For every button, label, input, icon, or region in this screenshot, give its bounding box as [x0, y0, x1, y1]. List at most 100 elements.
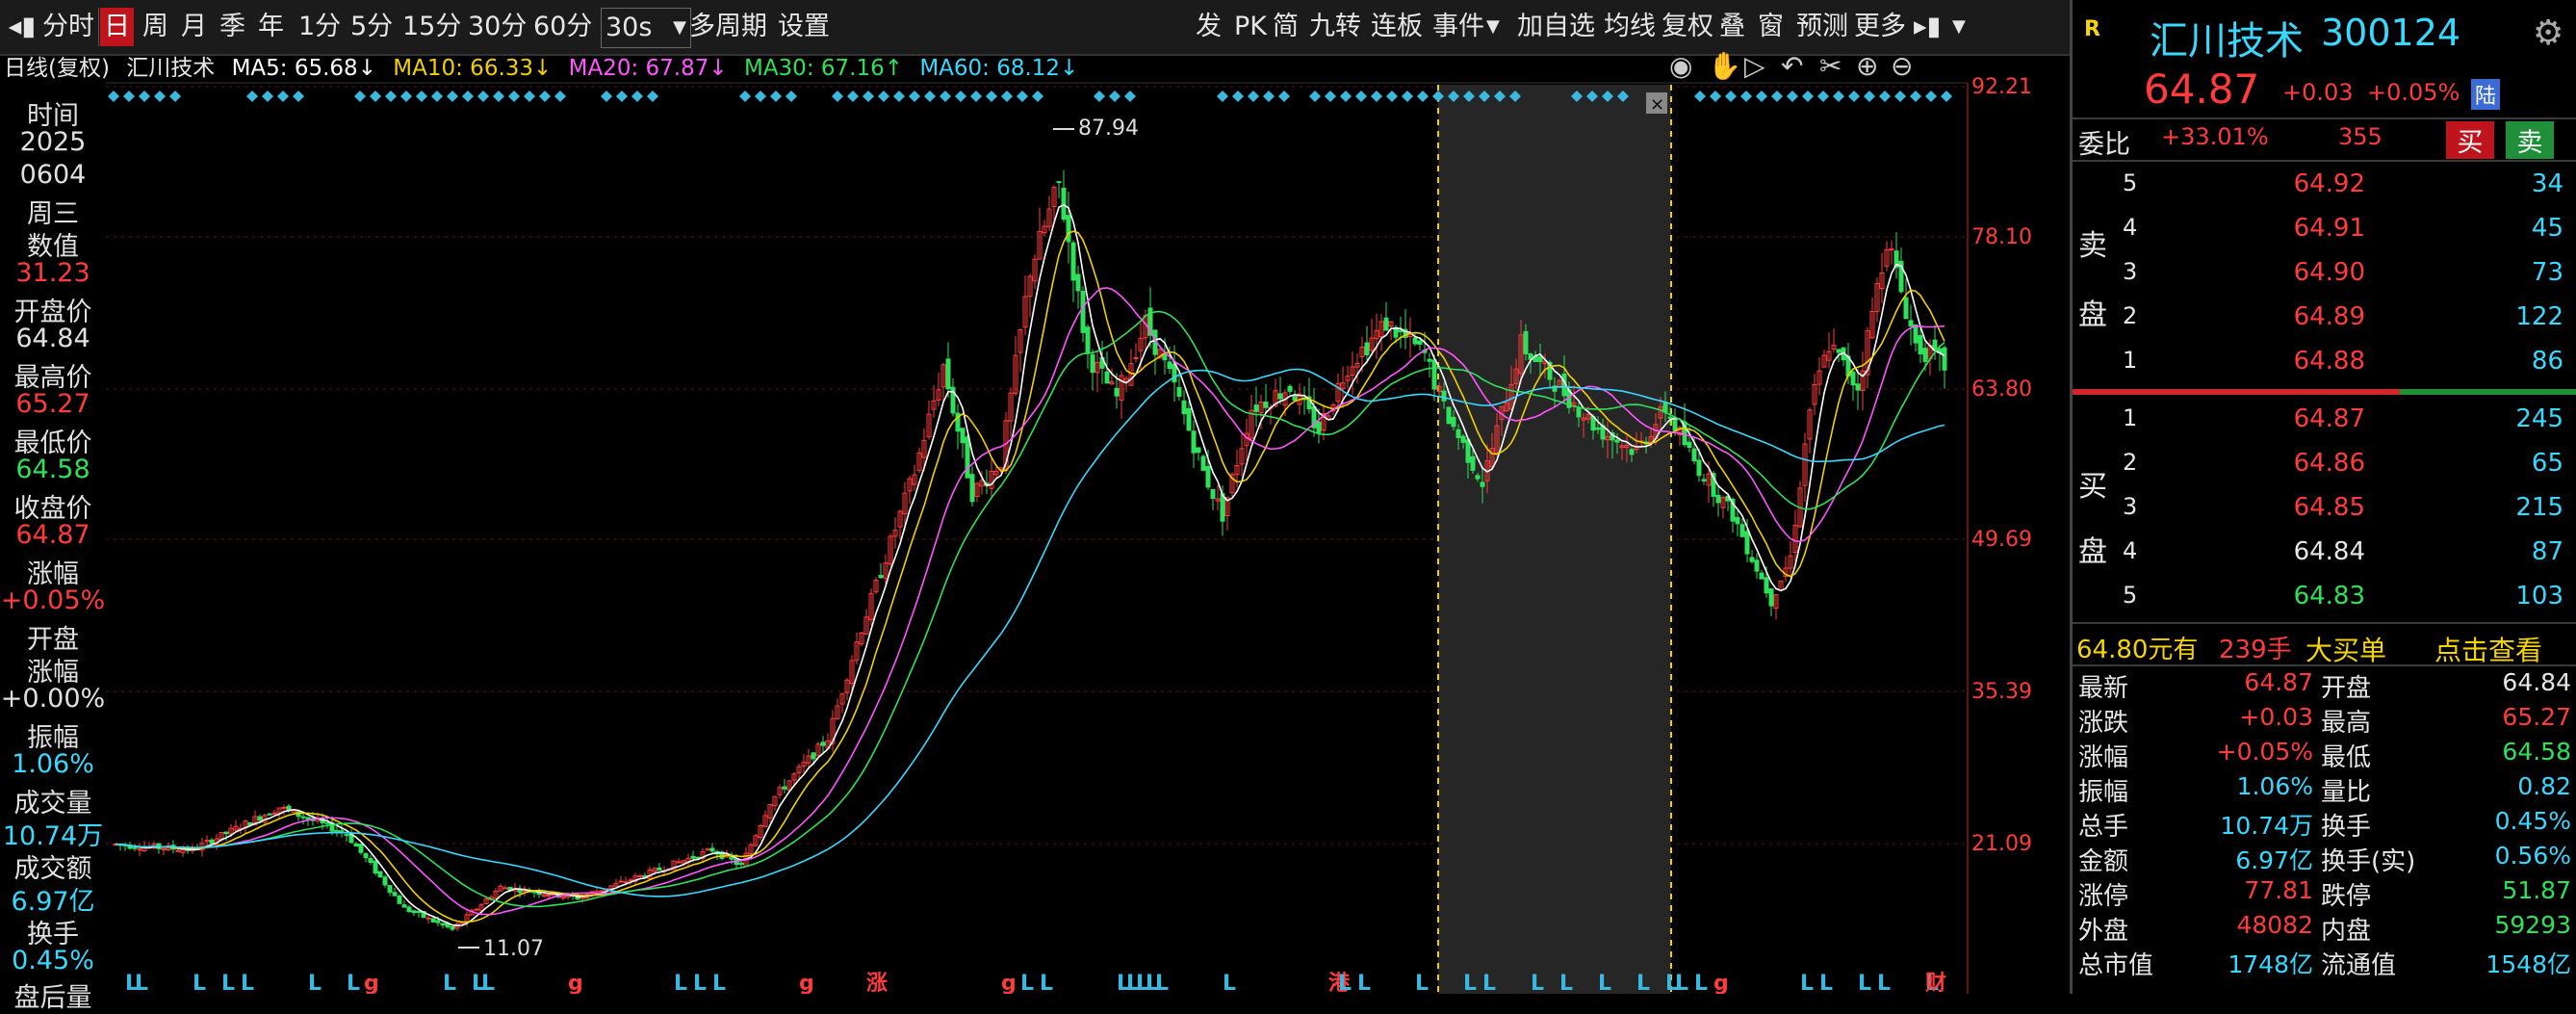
event-marker[interactable] — [554, 91, 566, 102]
event-marker[interactable] — [277, 91, 289, 102]
event-tag[interactable]: g — [1001, 972, 1017, 994]
event-tag[interactable]: L — [1636, 972, 1650, 994]
event-marker[interactable] — [1001, 91, 1013, 102]
event-marker[interactable] — [1017, 91, 1028, 102]
event-tag[interactable]: L — [1598, 972, 1611, 994]
event-marker[interactable] — [1371, 91, 1382, 102]
event-tag[interactable]: L — [1559, 972, 1573, 994]
event-marker[interactable] — [370, 91, 381, 102]
event-tag[interactable]: L — [1858, 972, 1871, 994]
event-marker[interactable] — [1278, 91, 1290, 102]
event-tag[interactable]: L — [1020, 972, 1034, 994]
event-tag[interactable]: L — [1338, 972, 1352, 994]
event-tag[interactable]: L — [241, 972, 254, 994]
event-tag[interactable]: 财 — [1925, 972, 1946, 994]
event-marker[interactable] — [616, 91, 628, 102]
event-marker[interactable] — [539, 91, 551, 102]
event-marker[interactable] — [1925, 91, 1937, 102]
event-marker[interactable] — [986, 91, 997, 102]
event-marker[interactable] — [601, 91, 612, 102]
event-marker[interactable] — [1094, 91, 1105, 102]
event-marker[interactable] — [1248, 91, 1259, 102]
event-tag[interactable]: L — [1040, 972, 1053, 994]
event-marker[interactable] — [647, 91, 658, 102]
event-marker[interactable] — [1386, 91, 1398, 102]
event-marker[interactable] — [1910, 91, 1921, 102]
event-marker[interactable] — [863, 91, 874, 102]
event-tag[interactable]: L — [1357, 972, 1371, 994]
event-tag[interactable]: L — [712, 972, 726, 994]
event-tag[interactable]: g — [1713, 972, 1729, 994]
event-marker[interactable] — [1032, 91, 1043, 102]
event-marker[interactable] — [1710, 91, 1721, 102]
event-marker[interactable] — [832, 91, 843, 102]
buy-button[interactable]: 买 — [2446, 121, 2494, 159]
event-marker[interactable] — [924, 91, 936, 102]
event-tag[interactable]: L — [1877, 972, 1891, 994]
event-marker[interactable] — [108, 91, 119, 102]
event-marker[interactable] — [1124, 91, 1136, 102]
event-marker[interactable] — [1109, 91, 1121, 102]
kline-chart[interactable]: 87.94 11.07 × LL L L L L Lg L LL g L L Lg 涨 g L L LLLLL L… — [0, 0, 2070, 994]
event-marker[interactable] — [770, 91, 782, 102]
event-tag[interactable]: L — [1800, 972, 1814, 994]
event-marker[interactable] — [1787, 91, 1798, 102]
event-marker[interactable] — [246, 91, 258, 102]
event-marker[interactable] — [139, 91, 150, 102]
event-marker[interactable] — [955, 91, 966, 102]
event-tag[interactable]: g — [364, 972, 379, 994]
event-marker[interactable] — [1217, 91, 1228, 102]
event-tag[interactable]: L — [1675, 972, 1688, 994]
event-tag[interactable]: L — [674, 972, 687, 994]
event-marker[interactable] — [1340, 91, 1352, 102]
event-tag[interactable]: L — [1819, 972, 1833, 994]
event-marker[interactable] — [1756, 91, 1767, 102]
gear-icon[interactable]: ⚙ — [2533, 13, 2563, 53]
event-marker[interactable] — [400, 91, 412, 102]
event-marker[interactable] — [940, 91, 951, 102]
event-marker[interactable] — [1355, 91, 1367, 102]
event-marker[interactable] — [1402, 91, 1413, 102]
event-tag[interactable]: g — [568, 972, 583, 994]
sell-button[interactable]: 卖 — [2506, 121, 2554, 159]
event-marker[interactable] — [154, 91, 166, 102]
big-order-link[interactable]: 点击查看 — [2434, 630, 2542, 668]
event-tag[interactable]: g — [799, 972, 814, 994]
event-marker[interactable] — [1848, 91, 1860, 102]
event-marker[interactable] — [1263, 91, 1275, 102]
event-marker[interactable] — [293, 91, 304, 102]
event-marker[interactable] — [1894, 91, 1906, 102]
event-marker[interactable] — [1309, 91, 1321, 102]
event-marker[interactable] — [1740, 91, 1752, 102]
event-tag[interactable]: L — [1531, 972, 1544, 994]
event-marker[interactable] — [786, 91, 797, 102]
event-tag[interactable]: L — [1415, 972, 1429, 994]
event-tag[interactable]: 涨 — [866, 972, 888, 994]
event-marker[interactable] — [477, 91, 489, 102]
event-tag[interactable]: L — [347, 972, 360, 994]
event-marker[interactable] — [1771, 91, 1783, 102]
event-marker[interactable] — [262, 91, 273, 102]
event-tag[interactable]: L — [135, 972, 148, 994]
event-marker[interactable] — [847, 91, 859, 102]
event-tag[interactable]: L — [1155, 972, 1169, 994]
event-marker[interactable] — [893, 91, 905, 102]
event-tag[interactable]: L — [443, 972, 456, 994]
event-tag[interactable]: L — [221, 972, 235, 994]
event-marker[interactable] — [1864, 91, 1875, 102]
event-marker[interactable] — [431, 91, 443, 102]
event-marker[interactable] — [416, 91, 427, 102]
event-marker[interactable] — [1694, 91, 1706, 102]
event-marker[interactable] — [524, 91, 535, 102]
event-marker[interactable] — [631, 91, 643, 102]
event-marker[interactable] — [1325, 91, 1336, 102]
event-marker[interactable] — [1817, 91, 1829, 102]
event-marker[interactable] — [493, 91, 504, 102]
event-marker[interactable] — [1879, 91, 1891, 102]
event-marker[interactable] — [970, 91, 982, 102]
event-marker[interactable] — [1802, 91, 1814, 102]
event-marker[interactable] — [169, 91, 181, 102]
event-tag[interactable]: L — [308, 972, 322, 994]
event-marker[interactable] — [878, 91, 889, 102]
event-tag[interactable]: L — [693, 972, 707, 994]
